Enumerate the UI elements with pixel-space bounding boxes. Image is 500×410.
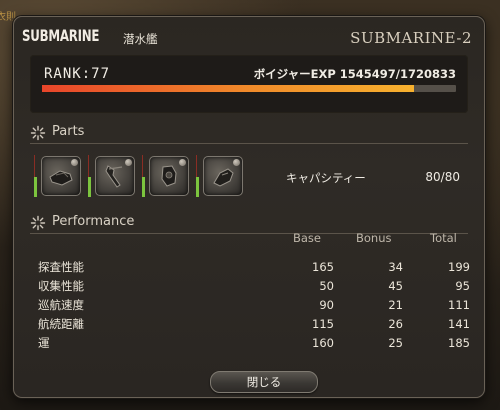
part-slot-dot: [125, 159, 132, 166]
table-row: 運 160 25 185: [38, 333, 470, 352]
part-status-indicator: [88, 177, 91, 197]
window-subtitle: 潜水艦: [123, 32, 158, 46]
part-tile: [41, 156, 81, 196]
sparkle-icon: [30, 215, 46, 231]
stat-name: 収集性能: [38, 278, 84, 293]
stat-total: 141: [448, 316, 470, 331]
part-slot-dot: [71, 159, 78, 166]
stat-name: 巡航速度: [38, 297, 84, 312]
slot-marker: [34, 155, 35, 177]
exp-progress-fill: [42, 85, 414, 92]
stat-bonus: 45: [388, 278, 403, 293]
table-row: 収集性能 50 45 95: [38, 276, 470, 295]
stat-base: 90: [319, 297, 334, 312]
parts-section-header: Parts: [30, 123, 468, 144]
part-status-indicator: [196, 177, 199, 197]
stat-total: 185: [448, 335, 470, 350]
submarine-window: SUBMARINE 潜水艦 SUBMARINE-2 RANK:77 ボイジャーE…: [13, 16, 485, 398]
submarine-stern-part-icon: [105, 165, 123, 188]
performance-table: 探査性能 165 34 199 収集性能 50 45 95 巡航速度 90 21…: [38, 257, 470, 352]
stat-total: 111: [448, 297, 470, 312]
stat-bonus: 25: [388, 335, 403, 350]
submarine-bridge-part-icon: [213, 168, 234, 187]
submarine-bow-part-icon: [161, 165, 177, 187]
table-row: 巡航速度 90 21 111: [38, 295, 470, 314]
stat-name: 航続距離: [38, 316, 84, 331]
stat-bonus: 34: [388, 259, 403, 274]
part-slot-dot: [179, 159, 186, 166]
slot-marker: [196, 155, 197, 177]
stat-name: 運: [38, 335, 50, 350]
table-row: 探査性能 165 34 199: [38, 257, 470, 276]
part-status-indicator: [142, 177, 145, 197]
slot-marker: [88, 155, 89, 177]
stat-total: 199: [448, 259, 470, 274]
close-button[interactable]: 閉じる: [210, 371, 318, 393]
parts-header-label: Parts: [52, 124, 85, 139]
capacity-label: キャパシティー: [286, 171, 366, 185]
part-slot-2[interactable]: [88, 155, 136, 199]
column-header-total: Total: [430, 231, 457, 245]
part-slot-1[interactable]: [34, 155, 82, 199]
part-slot-dot: [233, 159, 240, 166]
stat-base: 50: [319, 278, 334, 293]
stat-total: 95: [455, 278, 470, 293]
stat-bonus: 21: [388, 297, 403, 312]
part-slot-4[interactable]: [196, 155, 244, 199]
sparkle-icon: [30, 125, 46, 141]
column-header-base: Base: [293, 231, 322, 245]
part-slot-3[interactable]: [142, 155, 190, 199]
performance-section-header: Performance: [30, 213, 468, 234]
rank-panel: RANK:77 ボイジャーEXP 1545497/1720833: [30, 55, 468, 113]
stat-bonus: 26: [388, 316, 403, 331]
submarine-name: SUBMARINE-2: [350, 29, 472, 47]
part-tile: [95, 156, 135, 196]
part-tile: [149, 156, 189, 196]
performance-header-label: Performance: [52, 214, 135, 229]
part-tile: [203, 156, 243, 196]
part-status-indicator: [34, 177, 37, 197]
title-bar[interactable]: SUBMARINE 潜水艦 SUBMARINE-2: [14, 17, 484, 53]
slot-marker: [142, 155, 143, 177]
table-row: 航続距離 115 26 141: [38, 314, 470, 333]
stat-name: 探査性能: [38, 259, 84, 274]
rank-label: RANK:77: [44, 66, 111, 82]
stat-base: 160: [312, 335, 334, 350]
submarine-hull-part-icon: [49, 170, 73, 186]
parts-slots: [34, 155, 274, 201]
stat-base: 115: [312, 316, 334, 331]
column-header-bonus: Bonus: [356, 231, 392, 245]
stat-base: 165: [312, 259, 334, 274]
capacity-value: 80/80: [425, 170, 460, 184]
exp-label: ボイジャーEXP 1545497/1720833: [253, 67, 456, 81]
window-title: SUBMARINE: [22, 26, 100, 45]
exp-progress-bar: [42, 85, 456, 92]
